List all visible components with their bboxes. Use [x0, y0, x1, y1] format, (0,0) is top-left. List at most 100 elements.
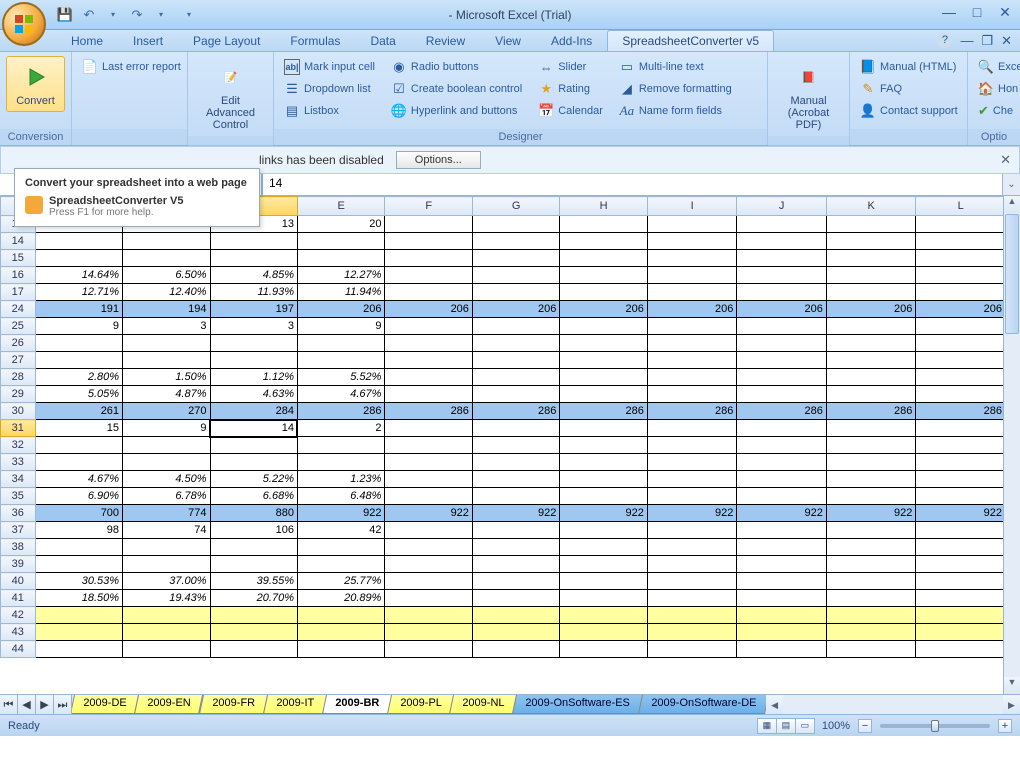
cell-B24[interactable]: 191	[35, 301, 122, 318]
cell-L17[interactable]	[916, 284, 1003, 301]
horizontal-scrollbar[interactable]: ◀ ▶	[766, 695, 1020, 714]
cell-I31[interactable]	[647, 420, 737, 437]
row-header-42[interactable]: 42	[1, 607, 36, 624]
cell-E35[interactable]: 6.48%	[297, 488, 384, 505]
office-button[interactable]	[2, 2, 46, 46]
cell-K42[interactable]	[826, 607, 916, 624]
manual-html-button[interactable]: 📘Manual (HTML)	[856, 56, 961, 78]
sheet-nav-next-icon[interactable]: ▶	[36, 695, 54, 714]
cell-E17[interactable]: 11.94%	[297, 284, 384, 301]
cell-D34[interactable]: 5.22%	[210, 471, 297, 488]
check-button[interactable]: ✔Che	[974, 100, 1014, 122]
row-header-16[interactable]: 16	[1, 267, 36, 284]
cell-I16[interactable]	[647, 267, 737, 284]
cell-E37[interactable]: 42	[297, 522, 384, 539]
vertical-scrollbar[interactable]: ▲ ▼	[1003, 196, 1020, 694]
redo-icon[interactable]: ↷	[128, 6, 146, 24]
sheet-tab-2009-IT[interactable]: 2009-IT	[263, 695, 327, 714]
close-button[interactable]: ✕	[996, 4, 1014, 21]
cell-H44[interactable]	[560, 641, 647, 658]
cell-L37[interactable]	[916, 522, 1003, 539]
ribbon-tab-view[interactable]: View	[480, 30, 536, 51]
cell-E27[interactable]	[297, 352, 384, 369]
cell-C38[interactable]	[123, 539, 210, 556]
cell-J28[interactable]	[737, 369, 827, 386]
cell-L24[interactable]: 206	[916, 301, 1003, 318]
cell-K26[interactable]	[826, 335, 916, 352]
cell-J14[interactable]	[737, 233, 827, 250]
undo-icon[interactable]: ↶	[80, 6, 98, 24]
cell-K15[interactable]	[826, 250, 916, 267]
cell-K33[interactable]	[826, 454, 916, 471]
cell-C24[interactable]: 194	[123, 301, 210, 318]
col-header-I[interactable]: I	[647, 197, 737, 216]
row-header-30[interactable]: 30	[1, 403, 36, 420]
cell-G39[interactable]	[472, 556, 559, 573]
cell-H40[interactable]	[560, 573, 647, 590]
cell-C29[interactable]: 4.87%	[123, 386, 210, 403]
cell-D39[interactable]	[210, 556, 297, 573]
ribbon-tab-review[interactable]: Review	[411, 30, 480, 51]
row-header-29[interactable]: 29	[1, 386, 36, 403]
cell-B37[interactable]: 98	[35, 522, 122, 539]
cell-B31[interactable]: 15	[35, 420, 122, 437]
convert-button[interactable]: Convert	[6, 56, 65, 112]
cell-C41[interactable]: 19.43%	[123, 590, 210, 607]
cell-C37[interactable]: 74	[123, 522, 210, 539]
cell-K24[interactable]: 206	[826, 301, 916, 318]
row-header-39[interactable]: 39	[1, 556, 36, 573]
cell-B41[interactable]: 18.50%	[35, 590, 122, 607]
cell-I13[interactable]	[647, 216, 737, 233]
cell-H29[interactable]	[560, 386, 647, 403]
cell-K27[interactable]	[826, 352, 916, 369]
cell-D16[interactable]: 4.85%	[210, 267, 297, 284]
sheet-tab-2009-PL[interactable]: 2009-PL	[387, 695, 455, 714]
cell-H37[interactable]	[560, 522, 647, 539]
cell-F37[interactable]	[385, 522, 472, 539]
qat-customize-icon[interactable]: ▾	[180, 6, 198, 24]
cell-B42[interactable]	[35, 607, 122, 624]
cell-F35[interactable]	[385, 488, 472, 505]
row-header-15[interactable]: 15	[1, 250, 36, 267]
cell-I39[interactable]	[647, 556, 737, 573]
cell-B35[interactable]: 6.90%	[35, 488, 122, 505]
cell-B30[interactable]: 261	[35, 403, 122, 420]
cell-H43[interactable]	[560, 624, 647, 641]
cell-F40[interactable]	[385, 573, 472, 590]
cell-I37[interactable]	[647, 522, 737, 539]
cell-L16[interactable]	[916, 267, 1003, 284]
col-header-J[interactable]: J	[737, 197, 827, 216]
cell-J15[interactable]	[737, 250, 827, 267]
cell-F30[interactable]: 286	[385, 403, 472, 420]
cell-D37[interactable]: 106	[210, 522, 297, 539]
cell-D38[interactable]	[210, 539, 297, 556]
cell-F43[interactable]	[385, 624, 472, 641]
ribbon-tab-formulas[interactable]: Formulas	[275, 30, 355, 51]
cell-K29[interactable]	[826, 386, 916, 403]
cell-I43[interactable]	[647, 624, 737, 641]
cell-D24[interactable]: 197	[210, 301, 297, 318]
ribbon-tab-add-ins[interactable]: Add-Ins	[536, 30, 607, 51]
cell-G42[interactable]	[472, 607, 559, 624]
cell-B29[interactable]: 5.05%	[35, 386, 122, 403]
undo-dropdown-icon[interactable]: ▾	[104, 6, 122, 24]
cell-K16[interactable]	[826, 267, 916, 284]
cell-D42[interactable]	[210, 607, 297, 624]
cell-K32[interactable]	[826, 437, 916, 454]
cell-I38[interactable]	[647, 539, 737, 556]
cell-H42[interactable]	[560, 607, 647, 624]
multiline-button[interactable]: ▭Multi-line text	[615, 56, 736, 78]
cell-C36[interactable]: 774	[123, 505, 210, 522]
cell-B36[interactable]: 700	[35, 505, 122, 522]
cell-L14[interactable]	[916, 233, 1003, 250]
cell-L44[interactable]	[916, 641, 1003, 658]
cell-G14[interactable]	[472, 233, 559, 250]
cell-G35[interactable]	[472, 488, 559, 505]
cell-F17[interactable]	[385, 284, 472, 301]
cell-H34[interactable]	[560, 471, 647, 488]
cell-J16[interactable]	[737, 267, 827, 284]
cell-G43[interactable]	[472, 624, 559, 641]
cell-C30[interactable]: 270	[123, 403, 210, 420]
cell-F31[interactable]	[385, 420, 472, 437]
scroll-down-icon[interactable]: ▼	[1004, 677, 1020, 694]
